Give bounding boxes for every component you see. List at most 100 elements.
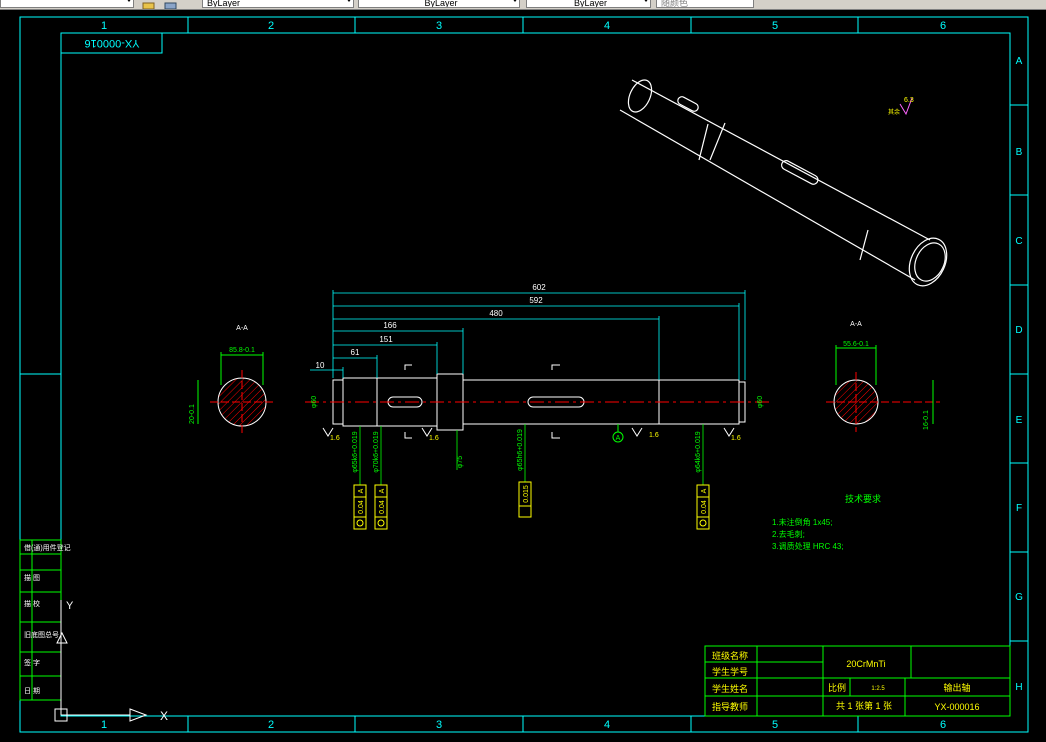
tb-class-label: 班级名称	[712, 650, 748, 661]
tb-part-name: 输出轴	[943, 682, 970, 693]
roughness-value-4: 1.6	[731, 435, 741, 442]
dim-phi65b: φ65h6+0.019	[517, 429, 524, 471]
tb-sheet-info: 共 1 张第 1 张	[836, 700, 892, 711]
dim-480: 480	[489, 309, 503, 318]
tb-scale-value: 1:2.5	[871, 686, 885, 692]
section-left-width: 85.8-0.1	[229, 347, 255, 354]
tol-4-ref: A	[701, 488, 708, 493]
tb-drawing-number: YX-000016	[934, 702, 979, 712]
dim-phi64: φ64k6+0.019	[695, 431, 702, 472]
left-strip-label: 旧底图总号	[24, 630, 59, 639]
column-label-bottom: 4	[604, 719, 610, 731]
dim-166: 166	[383, 321, 397, 330]
column-label-bottom: 2	[268, 719, 274, 731]
linetype-dropdown[interactable]: ByLayer	[358, 0, 520, 8]
tech-req-line-2: 2.去毛刺;	[772, 529, 805, 539]
chevron-down-icon	[126, 0, 132, 2]
dim-592: 592	[529, 296, 543, 305]
tb-student-name-label: 学生姓名	[712, 683, 748, 694]
section-right-label: A-A	[850, 321, 862, 328]
column-label-top: 3	[436, 20, 442, 32]
column-label-bottom: 6	[940, 719, 946, 731]
left-strip-label: 签 字	[24, 658, 40, 667]
tech-req-line-3: 3.调质处理 HRC 43;	[772, 541, 844, 551]
lineweight-dropdown[interactable]: ByLayer	[526, 0, 651, 8]
dim-phi60-right: φ60	[757, 396, 764, 408]
section-left-label: A-A	[236, 325, 248, 332]
dim-phi60-left: φ60	[311, 396, 318, 408]
lineweight-value: ByLayer	[573, 0, 608, 8]
datum-a-symbol: A	[612, 424, 624, 443]
row-label: D	[1015, 325, 1022, 336]
roughness-value-3: 1.6	[649, 432, 659, 439]
column-label-bottom: 1	[101, 719, 107, 731]
column-label-top: 6	[940, 20, 946, 32]
shaft-3d-view	[619, 79, 948, 287]
left-strip-label: 日 期	[24, 687, 40, 695]
properties-toolbar: ByLayer ByLayer ByLayer 随颜色	[0, 0, 1046, 10]
roughness-symbols	[322, 427, 735, 437]
title-block-text: 班级名称 学生学号 学生姓名 指导教师 20CrMnTi 比例 1:2.5 输出…	[712, 650, 980, 712]
dim-602: 602	[532, 283, 546, 292]
row-label: E	[1016, 415, 1023, 426]
dim-10: 10	[316, 361, 325, 370]
tb-material: 20CrMnTi	[846, 659, 885, 669]
ucs-icon	[54, 600, 148, 722]
tolerance-values: 0.04 A 0.04 A 0.015 0.04 A	[358, 485, 708, 514]
chevron-down-icon	[643, 0, 649, 2]
dim-61: 61	[351, 348, 360, 357]
tb-teacher-label: 指导教师	[712, 701, 748, 712]
layer-states-icon[interactable]	[164, 0, 177, 9]
section-view-left	[197, 352, 276, 434]
tol-3: 0.015	[523, 485, 530, 503]
row-label: B	[1016, 147, 1023, 158]
dim-phi65: φ65k6+0.019	[352, 431, 359, 472]
ucs-x-label: X	[160, 709, 168, 723]
tol-4: 0.04	[701, 500, 708, 514]
row-label: A	[1016, 56, 1023, 67]
section-right-depth: 16-0.1	[923, 410, 930, 430]
chevron-down-icon	[346, 0, 352, 2]
tol-1: 0.04	[358, 500, 365, 514]
tb-student-id-label: 学生学号	[712, 666, 748, 677]
drawing-number-rotated: YX-000016	[84, 37, 139, 49]
model-space-canvas[interactable]: 1 2 3 4 5 6 1 2 3 4 5 6 A B C D E F G H YX-000016 借(通)用件登…	[0, 10, 1046, 737]
column-label-bottom: 3	[436, 719, 442, 731]
row-label: G	[1015, 592, 1023, 603]
dim-phi70: φ70k6+0.019	[373, 431, 380, 472]
section-left-depth: 20-0.1	[189, 404, 196, 424]
plotstyle-value: 随颜色	[661, 0, 689, 8]
row-label: H	[1015, 682, 1022, 693]
left-strip-table	[19, 539, 62, 701]
roughness-top-value: 6.3	[904, 97, 914, 104]
left-strip-label: 借(通)用件登记	[24, 543, 71, 552]
column-label-top: 2	[268, 20, 274, 32]
row-label: F	[1016, 503, 1022, 514]
tech-req-title: 技术要求	[845, 493, 881, 504]
tech-req-line-1: 1.未注倒角 1x45;	[772, 517, 832, 527]
color-dropdown[interactable]: ByLayer	[202, 0, 354, 8]
roughness-value-2: 1.6	[429, 435, 439, 442]
horizontal-dimensions	[310, 290, 746, 380]
column-label-top: 4	[604, 20, 610, 32]
dim-phi75: φ75	[457, 456, 464, 468]
row-label: C	[1015, 236, 1022, 247]
tolerance-frames	[353, 481, 710, 530]
column-label-bottom: 5	[772, 719, 778, 731]
roughness-value-1: 1.6	[330, 435, 340, 442]
ucs-y-label: Y	[66, 600, 74, 612]
layer-manager-icon[interactable]	[142, 0, 155, 9]
tol-2: 0.04	[379, 500, 386, 514]
roughness-other-label: 其余	[888, 108, 900, 116]
layer-dropdown[interactable]	[0, 0, 134, 8]
column-label-top: 1	[101, 20, 107, 32]
linetype-value: ByLayer	[424, 0, 458, 8]
datum-label: A	[616, 435, 621, 442]
plotstyle-dropdown[interactable]: 随颜色	[656, 0, 754, 8]
left-strip-label: 描 校	[24, 599, 40, 608]
tb-scale-label: 比例	[828, 682, 846, 693]
roughness-values: 1.6 1.6 1.6 1.6	[330, 432, 741, 442]
section-right-width: 55.6-0.1	[843, 341, 869, 348]
drawing-svg[interactable]: 1 2 3 4 5 6 1 2 3 4 5 6 A B C D E F G H YX-000016 借(通)用件登…	[0, 10, 1046, 737]
column-label-top: 5	[772, 20, 778, 32]
